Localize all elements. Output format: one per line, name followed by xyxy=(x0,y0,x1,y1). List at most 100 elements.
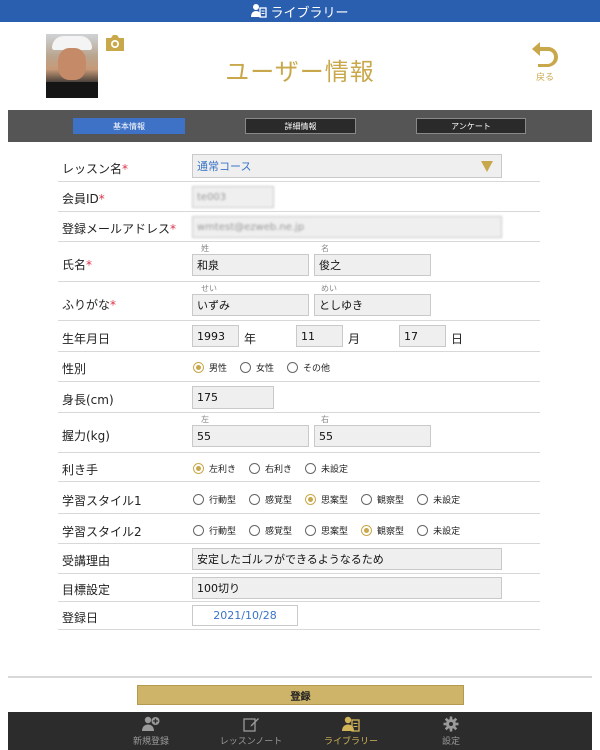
radio-dot xyxy=(305,525,317,536)
year-unit: 年 xyxy=(244,332,257,346)
row-height: 身長(cm) 175 xyxy=(58,382,540,413)
radio-dot xyxy=(193,525,204,536)
style2-label: 学習スタイル2 xyxy=(62,525,142,539)
row-gender: 性別 男性 女性 その他 xyxy=(58,352,540,382)
radio-dot xyxy=(249,463,261,474)
nav-settings[interactable]: 設定 xyxy=(406,716,496,747)
required-mark: * xyxy=(98,192,105,206)
reason-field[interactable]: 安定したゴルフができるようなるため xyxy=(192,548,502,570)
member-id-field[interactable]: te003 xyxy=(192,186,274,208)
goal-field[interactable]: 100切り xyxy=(192,577,502,599)
radio-dot xyxy=(193,362,204,373)
style1-option[interactable]: 観察型 xyxy=(361,493,404,506)
row-name: 氏名* 姓 名 和泉 俊之 xyxy=(58,242,540,282)
style1-option[interactable]: 感覚型 xyxy=(249,493,292,506)
radio-dot xyxy=(305,494,317,505)
email-field[interactable]: wmtest@ezweb.ne.jp xyxy=(192,216,502,238)
tab-questionnaire[interactable]: アンケート xyxy=(416,118,526,134)
row-goal: 目標設定 100切り xyxy=(58,574,540,602)
radio-dot xyxy=(249,494,261,505)
reason-label: 受講理由 xyxy=(62,554,111,568)
first-kana-field[interactable]: としゆき xyxy=(314,294,431,316)
style1-radio-group: 行動型 感覚型 思案型 観察型 未設定 xyxy=(193,493,473,506)
camera-icon[interactable] xyxy=(104,34,126,52)
gear-icon xyxy=(443,716,459,732)
hand-option[interactable]: 左利き xyxy=(193,462,236,475)
radio-label: 女性 xyxy=(256,364,275,374)
style2-option[interactable]: 観察型 xyxy=(361,524,404,537)
add-user-icon xyxy=(142,716,160,731)
radio-dot xyxy=(193,463,204,474)
gender-option[interactable]: 女性 xyxy=(240,361,274,374)
goal-label: 目標設定 xyxy=(62,583,111,597)
register-button[interactable]: 登録 xyxy=(137,685,464,705)
radio-label: 左利き xyxy=(209,465,237,475)
required-mark: * xyxy=(122,162,129,176)
row-reason: 受講理由 安定したゴルフができるようなるため xyxy=(58,544,540,574)
gender-radio-group: 男性 女性 その他 xyxy=(193,361,343,374)
app-root: ライブラリー ユーザー情報 戻る 基本情報 詳細情報 アンケート レッスン名* … xyxy=(0,0,600,750)
row-dominant-hand: 利き手 左利き 右利き 未設定 xyxy=(58,453,540,482)
last-kana-field[interactable]: いずみ xyxy=(192,294,309,316)
back-button[interactable]: 戻る xyxy=(527,40,563,83)
radio-dot xyxy=(193,494,204,505)
top-title-bar: ライブラリー xyxy=(0,0,600,22)
style2-option[interactable]: 未設定 xyxy=(417,524,460,537)
height-label: 身長(cm) xyxy=(62,393,114,407)
birth-month-field[interactable]: 11 xyxy=(296,325,343,347)
last-kana-caption: せい xyxy=(201,284,217,293)
grip-label: 握力(kg) xyxy=(62,429,110,443)
radio-label: 観察型 xyxy=(377,527,405,537)
last-name-field[interactable]: 和泉 xyxy=(192,254,309,276)
radio-label: 行動型 xyxy=(209,527,237,537)
nav-label: レッスンノート xyxy=(219,737,283,747)
row-registration-date: 登録日 2021/10/28 xyxy=(58,602,540,630)
nav-lesson-note[interactable]: レッスンノート xyxy=(206,716,296,747)
bottom-nav: 新規登録 レッスンノート ライブラリー 設定 xyxy=(8,712,592,750)
nav-label: 新規登録 xyxy=(132,737,169,747)
lesson-select[interactable]: 通常コース xyxy=(192,154,502,178)
required-mark: * xyxy=(170,222,177,236)
style1-option[interactable]: 未設定 xyxy=(417,493,460,506)
header: ユーザー情報 戻る xyxy=(0,22,600,110)
gender-label: 性別 xyxy=(62,362,87,376)
style1-option[interactable]: 思案型 xyxy=(305,493,348,506)
page-title: ユーザー情報 xyxy=(225,58,375,86)
user-form: レッスン名* 通常コース 会員ID* te003 登録メールアドレス* wmte… xyxy=(58,150,540,630)
hand-label: 利き手 xyxy=(62,463,99,477)
library-icon xyxy=(251,4,268,18)
radio-label: その他 xyxy=(303,364,331,374)
radio-label: 観察型 xyxy=(377,496,405,506)
grip-left-caption: 左 xyxy=(201,415,209,424)
radio-label: 感覚型 xyxy=(265,527,293,537)
gender-option[interactable]: 男性 xyxy=(193,361,227,374)
style2-option[interactable]: 感覚型 xyxy=(249,524,292,537)
nav-label: 設定 xyxy=(441,737,460,747)
style2-option[interactable]: 行動型 xyxy=(193,524,236,537)
row-email: 登録メールアドレス* wmtest@ezweb.ne.jp xyxy=(58,212,540,242)
nav-new-registration[interactable]: 新規登録 xyxy=(106,716,196,747)
height-field[interactable]: 175 xyxy=(192,386,274,409)
style2-option[interactable]: 思案型 xyxy=(305,524,348,537)
tab-basic-info[interactable]: 基本情報 xyxy=(73,118,185,134)
month-unit: 月 xyxy=(348,332,361,346)
radio-dot xyxy=(249,525,261,536)
hand-option[interactable]: 未設定 xyxy=(305,462,348,475)
tab-detail-info[interactable]: 詳細情報 xyxy=(245,118,356,134)
radio-label: 思案型 xyxy=(321,496,349,506)
grip-left-field[interactable]: 55 xyxy=(192,425,309,447)
birth-year-field[interactable]: 1993 xyxy=(192,325,239,347)
radio-dot xyxy=(240,362,252,373)
required-mark: * xyxy=(110,298,117,312)
registration-date-field[interactable]: 2021/10/28 xyxy=(192,605,298,626)
gender-option[interactable]: その他 xyxy=(287,361,330,374)
row-grip: 握力(kg) 左 右 55 55 xyxy=(58,413,540,453)
birthday-label: 生年月日 xyxy=(62,332,111,346)
style1-option[interactable]: 行動型 xyxy=(193,493,236,506)
hand-option[interactable]: 右利き xyxy=(249,462,292,475)
birth-day-field[interactable]: 17 xyxy=(399,325,446,347)
grip-right-field[interactable]: 55 xyxy=(314,425,431,447)
nav-library[interactable]: ライブラリー xyxy=(306,716,396,747)
first-name-field[interactable]: 俊之 xyxy=(314,254,431,276)
bottom-divider xyxy=(8,676,592,678)
